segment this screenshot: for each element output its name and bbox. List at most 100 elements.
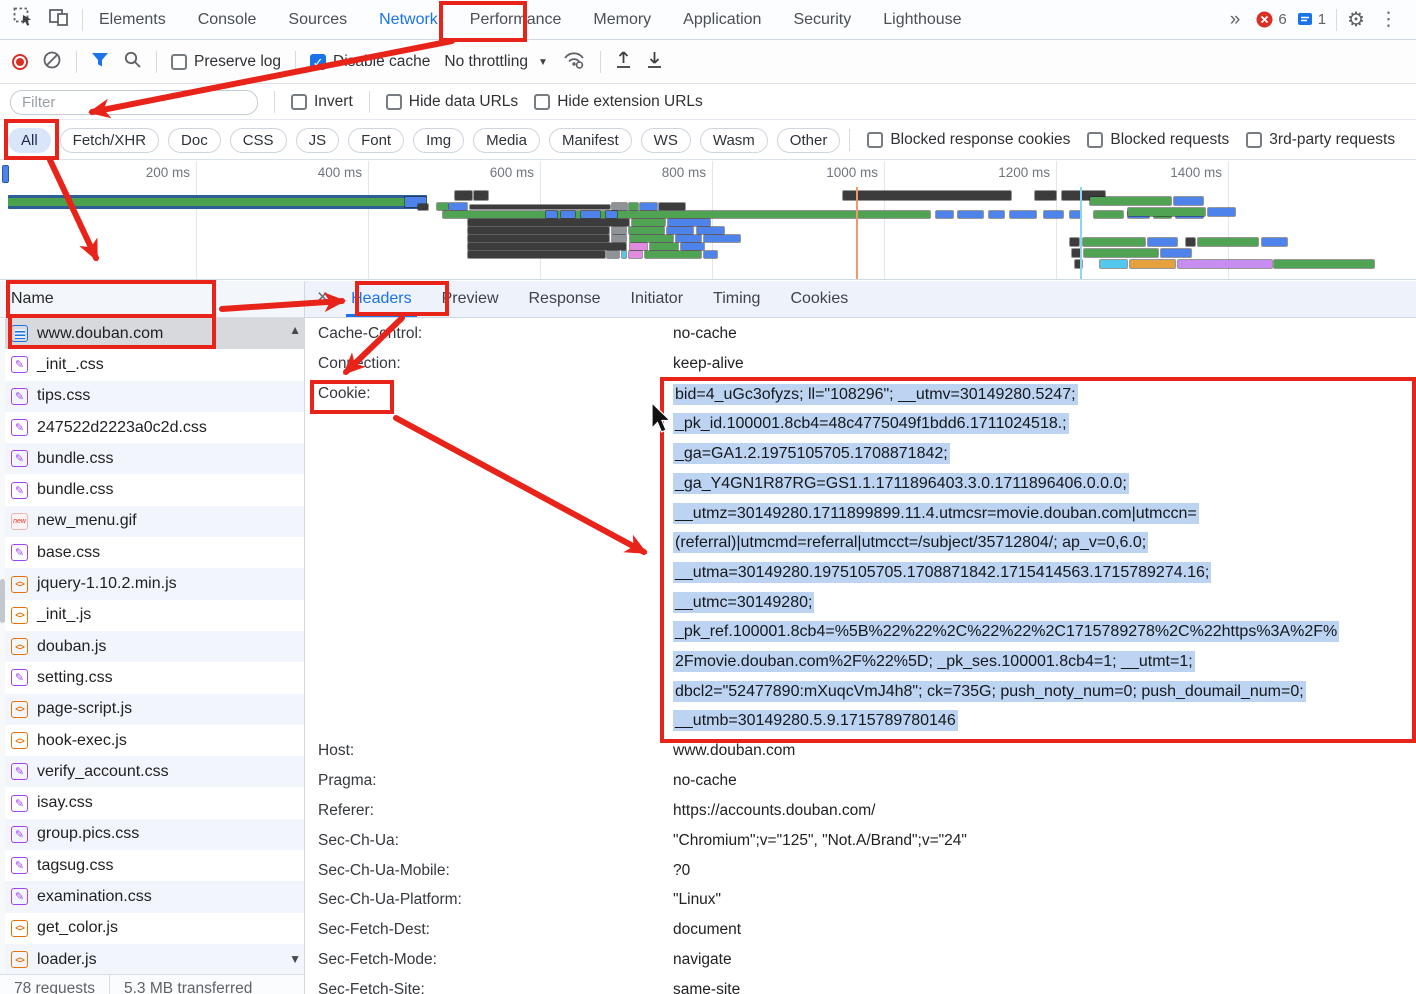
name-column-header[interactable]: Name <box>0 281 304 318</box>
filter-chip-other[interactable]: Other <box>777 128 841 153</box>
third-party-requests-checkbox[interactable]: 3rd-party requests <box>1246 131 1395 149</box>
request-row[interactable]: get_color.js <box>0 913 304 944</box>
message-badge[interactable]: 1 <box>1297 11 1326 28</box>
filter-chip-doc[interactable]: Doc <box>168 128 221 153</box>
timeline-gridline <box>1056 161 1057 279</box>
header-name: Sec-Ch-Ua: <box>318 832 673 850</box>
left-scrollbar-thumb[interactable] <box>0 579 5 623</box>
request-name: setting.css <box>37 669 113 687</box>
error-icon <box>1256 11 1273 28</box>
request-row[interactable]: isay.css <box>0 787 304 818</box>
more-panels-icon[interactable]: » <box>1224 9 1247 31</box>
waterfall-bar <box>645 251 701 258</box>
scroll-down-icon[interactable]: ▼ <box>289 952 301 966</box>
network-conditions-icon[interactable] <box>562 50 586 75</box>
waterfall-bar <box>704 251 717 258</box>
search-icon[interactable] <box>123 50 142 74</box>
request-row[interactable]: verify_account.css <box>0 756 304 787</box>
disable-cache-checkbox[interactable]: Disable cache <box>310 53 430 71</box>
error-badge[interactable]: 6 <box>1256 11 1286 28</box>
throttling-select[interactable]: No throttling ▼ <box>444 53 547 71</box>
request-row[interactable]: examination.css <box>0 881 304 912</box>
inspect-element-icon[interactable] <box>12 6 34 33</box>
details-tab-timing[interactable]: Timing <box>698 281 775 317</box>
request-row[interactable]: 247522d2223a0c2d.css <box>0 412 304 443</box>
left-scrollbar-track[interactable] <box>0 318 5 974</box>
close-icon[interactable]: × <box>315 287 336 311</box>
waterfall-bar <box>629 251 642 258</box>
filter-chip-media[interactable]: Media <box>473 128 540 153</box>
network-overview-timeline[interactable]: 200 ms400 ms600 ms800 ms1000 ms1200 ms14… <box>0 161 1416 280</box>
request-row[interactable]: group.pics.css <box>0 819 304 850</box>
filter-funnel-icon[interactable] <box>91 52 109 73</box>
request-row[interactable]: bundle.css <box>0 474 304 505</box>
details-tab-preview[interactable]: Preview <box>427 281 514 317</box>
tab-console[interactable]: Console <box>182 1 273 39</box>
request-row[interactable]: douban.js <box>0 631 304 662</box>
details-tabbar: × HeadersPreviewResponseInitiatorTimingC… <box>305 281 1416 318</box>
filter-chip-wasm[interactable]: Wasm <box>700 128 768 153</box>
waterfall-bar <box>989 211 1004 218</box>
filter-chip-css[interactable]: CSS <box>230 128 287 153</box>
hide-data-urls-checkbox[interactable]: Hide data URLs <box>386 93 518 111</box>
filter-chip-manifest[interactable]: Manifest <box>549 128 632 153</box>
filter-chip-font[interactable]: Font <box>348 128 404 153</box>
request-row[interactable]: newnew_menu.gif <box>0 506 304 537</box>
tab-memory[interactable]: Memory <box>577 1 667 39</box>
request-row[interactable]: page-script.js <box>0 694 304 725</box>
request-row[interactable]: setting.css <box>0 662 304 693</box>
request-row[interactable]: bundle.css <box>0 443 304 474</box>
request-row[interactable]: tagsug.css <box>0 850 304 881</box>
request-name: isay.css <box>37 794 93 812</box>
waterfall-bar <box>936 211 953 218</box>
details-tab-response[interactable]: Response <box>514 281 616 317</box>
waterfall-bar <box>612 227 626 234</box>
filter-input[interactable] <box>10 90 258 115</box>
details-tab-initiator[interactable]: Initiator <box>616 281 698 317</box>
filter-chip-ws[interactable]: WS <box>641 128 691 153</box>
filter-chip-all[interactable]: All <box>8 128 51 153</box>
kebab-menu-icon[interactable]: ⋮ <box>1375 8 1402 31</box>
request-row[interactable]: loader.js <box>0 944 304 975</box>
cookie-value-block: bid=4_uGc3ofyzs; ll="108296"; __utmv=301… <box>673 380 1415 736</box>
filter-chip-img[interactable]: Img <box>413 128 464 153</box>
request-row[interactable]: tips.css <box>0 381 304 412</box>
invert-checkbox[interactable]: Invert <box>291 93 353 111</box>
blocked-requests-checkbox[interactable]: Blocked requests <box>1087 131 1229 149</box>
blocked-response-cookies-checkbox[interactable]: Blocked response cookies <box>867 131 1070 149</box>
hide-extension-urls-checkbox[interactable]: Hide extension URLs <box>534 93 703 111</box>
record-network-log-button[interactable] <box>12 54 28 70</box>
tab-sources[interactable]: Sources <box>272 1 363 39</box>
preserve-log-checkbox[interactable]: Preserve log <box>171 53 281 71</box>
cookie-line: _pk_ref.100001.8cb4=%5B%22%22%2C%22%22%2… <box>673 617 1415 647</box>
import-har-icon[interactable] <box>615 50 632 74</box>
scroll-up-icon[interactable]: ▲ <box>289 323 301 337</box>
tab-network[interactable]: Network <box>363 1 454 39</box>
tab-security[interactable]: Security <box>777 1 867 39</box>
request-row[interactable]: www.douban.com <box>0 318 304 349</box>
header-name: Cache-Control: <box>318 325 673 343</box>
filter-chip-js[interactable]: JS <box>296 128 340 153</box>
load-event-marker <box>856 187 858 279</box>
request-row[interactable]: base.css <box>0 537 304 568</box>
tab-application[interactable]: Application <box>667 1 777 39</box>
details-tab-cookies[interactable]: Cookies <box>775 281 863 317</box>
request-row[interactable]: jquery-1.10.2.min.js <box>0 568 304 599</box>
tab-elements[interactable]: Elements <box>83 1 182 39</box>
request-row[interactable]: hook-exec.js <box>0 725 304 756</box>
waterfall-bar <box>1274 260 1374 268</box>
css-file-icon <box>11 419 28 436</box>
network-summary-bar: 78 requests 5.3 MB transferred <box>0 974 304 994</box>
export-har-icon[interactable] <box>646 50 663 74</box>
settings-gear-icon[interactable]: ⚙ <box>1347 7 1365 32</box>
tab-lighthouse[interactable]: Lighthouse <box>867 1 977 39</box>
toggle-device-toolbar-icon[interactable] <box>48 6 70 33</box>
error-count: 6 <box>1278 11 1286 28</box>
details-tab-headers[interactable]: Headers <box>336 281 426 317</box>
filter-chip-fetch-xhr[interactable]: Fetch/XHR <box>60 128 159 153</box>
tab-performance[interactable]: Performance <box>454 1 578 39</box>
clear-network-log-icon[interactable] <box>42 50 62 75</box>
waterfall-bar <box>470 205 610 209</box>
request-row[interactable]: _init_.css <box>0 349 304 380</box>
request-row[interactable]: _init_.js <box>0 600 304 631</box>
